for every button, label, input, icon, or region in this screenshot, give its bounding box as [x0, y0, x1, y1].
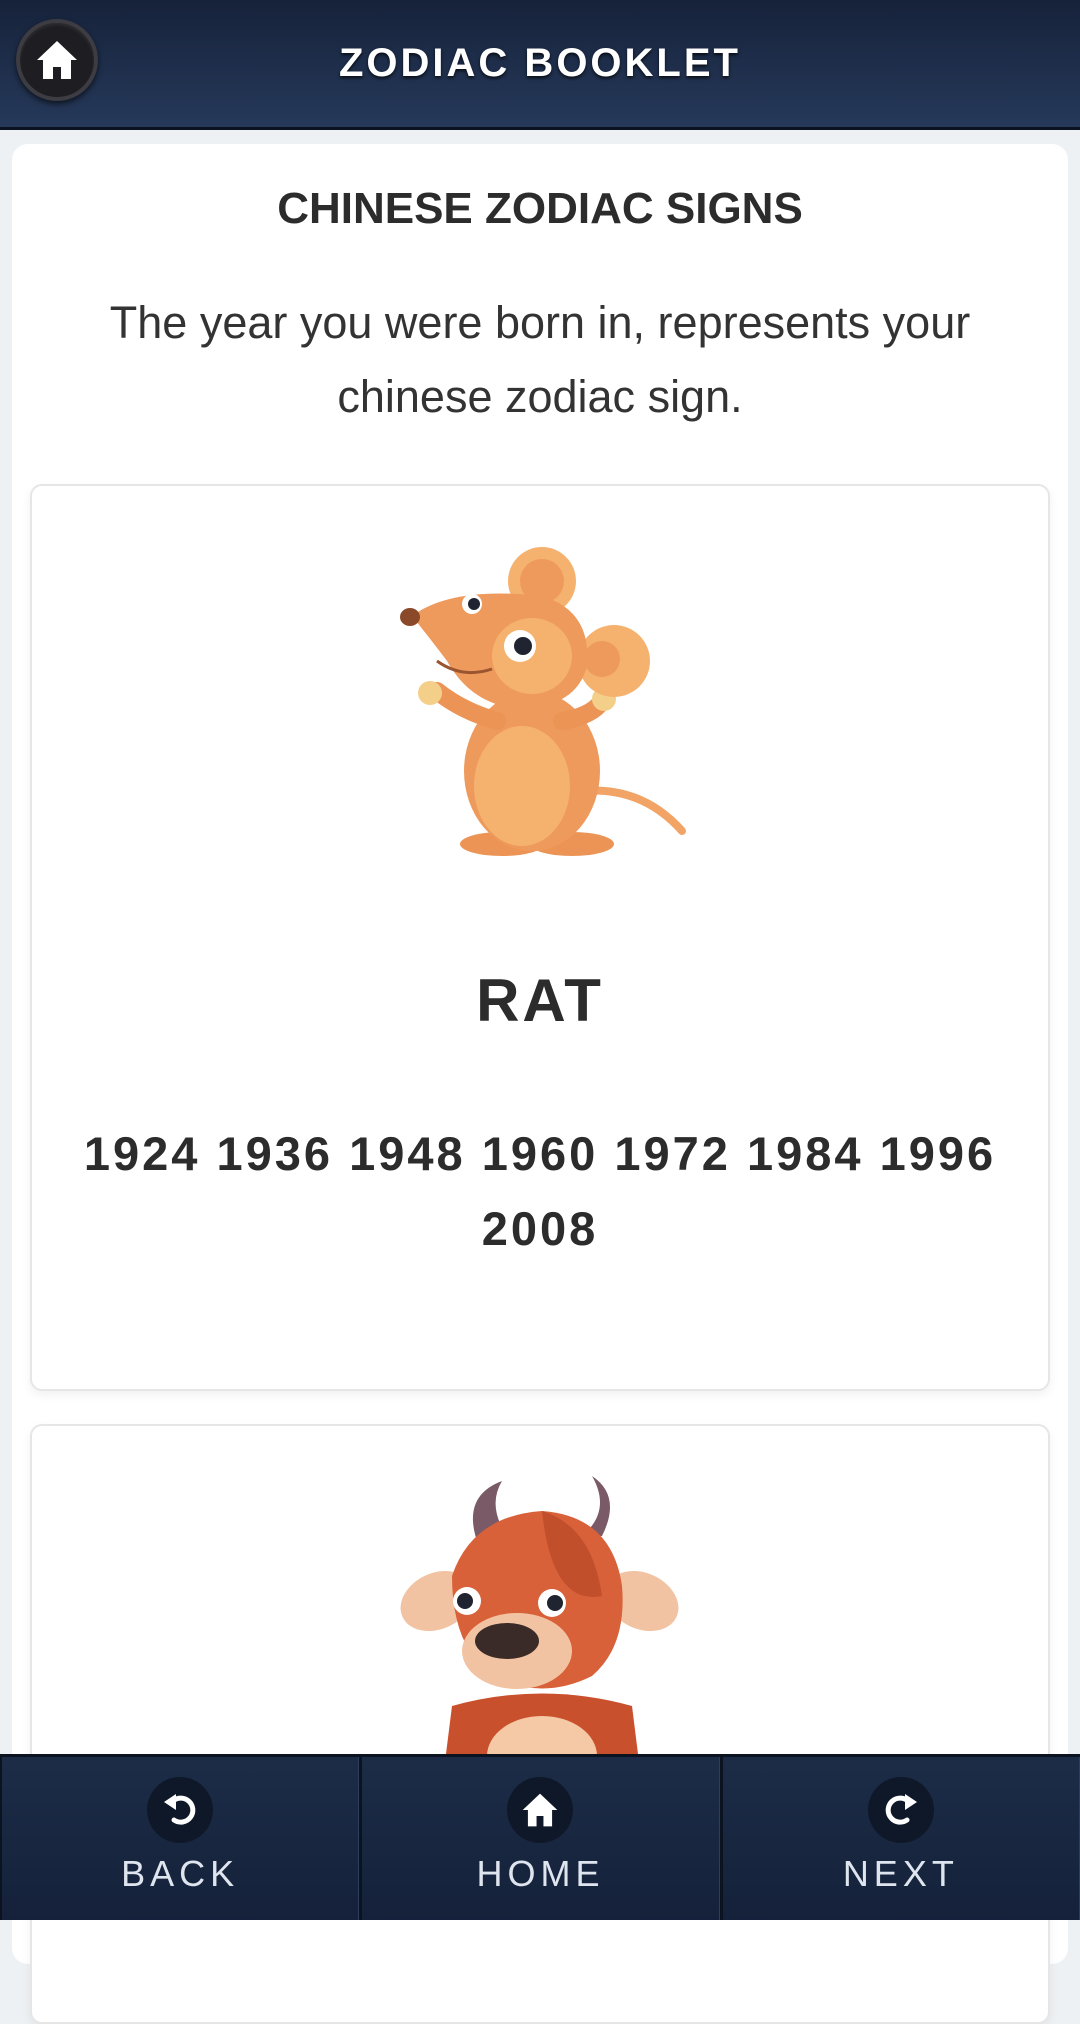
- home-icon: [507, 1777, 574, 1843]
- sign-card-ox[interactable]: [30, 1424, 1050, 2024]
- content-panel: CHINESE ZODIAC SIGNS The year you were b…: [12, 144, 1068, 2024]
- sign-years: 1924 1936 1948 1960 1972 1984 1996 2008: [83, 1127, 997, 1255]
- home-icon: [37, 41, 77, 79]
- next-button[interactable]: NEXT: [719, 1757, 1080, 1920]
- sign-name: RAT: [476, 967, 604, 1034]
- undo-arrow-icon: [147, 1777, 214, 1843]
- back-label: BACK: [121, 1853, 240, 1894]
- rat-illustration: [400, 547, 686, 856]
- app-header: ZODIAC BOOKLET: [0, 0, 1080, 130]
- app-title: ZODIAC BOOKLET: [339, 41, 741, 85]
- next-label: NEXT: [842, 1853, 959, 1894]
- bottom-nav: BACK HOME NEXT: [0, 1754, 1080, 1920]
- home-label: HOME: [476, 1853, 605, 1894]
- sign-card-rat[interactable]: RAT 1924 1936 1948 1960 1972 1984 1996 2…: [30, 484, 1050, 1391]
- ox-illustration: [400, 1476, 679, 1786]
- home-button[interactable]: HOME: [359, 1757, 720, 1920]
- redo-arrow-icon: [867, 1777, 934, 1843]
- header-home-button[interactable]: [16, 19, 98, 101]
- intro-text: The year you were born in, represents yo…: [109, 297, 971, 422]
- page-title: CHINESE ZODIAC SIGNS: [277, 184, 803, 233]
- back-button[interactable]: BACK: [0, 1757, 360, 1920]
